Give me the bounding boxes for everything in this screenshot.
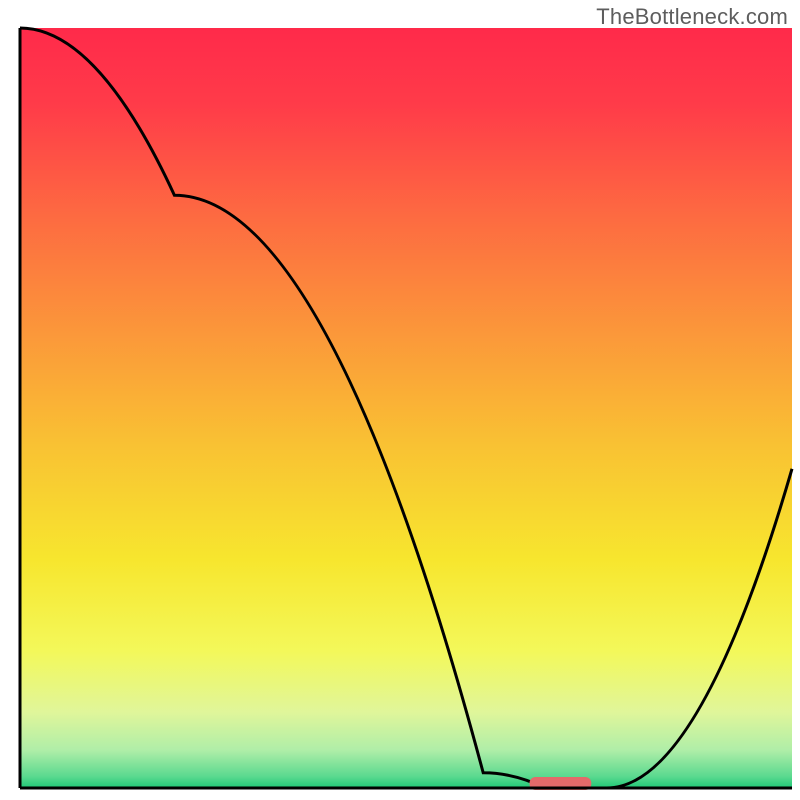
- bottleneck-chart: [0, 0, 800, 800]
- plot-background: [20, 28, 792, 788]
- watermark-text: TheBottleneck.com: [596, 4, 788, 30]
- chart-container: TheBottleneck.com: [0, 0, 800, 800]
